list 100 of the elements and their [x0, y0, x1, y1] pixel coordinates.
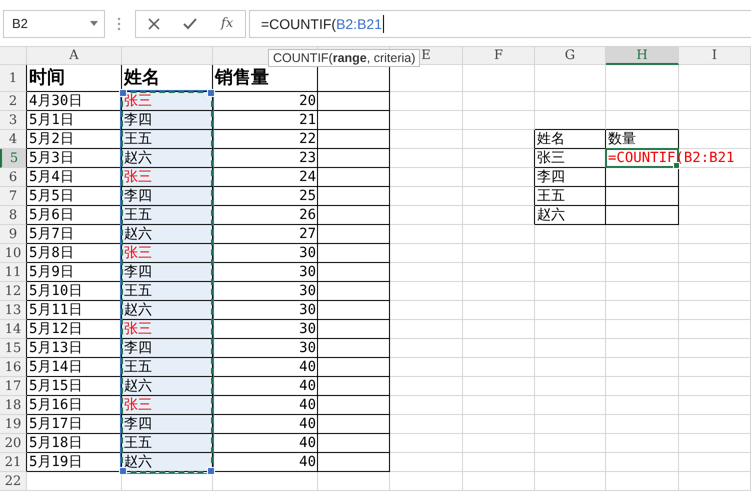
column-heading: 销售量: [215, 66, 269, 90]
empty-cell: [535, 434, 606, 453]
table-cell: 5月15日: [29, 377, 82, 395]
formula-input-field[interactable]: =COUNTIF(B2:B21: [249, 10, 751, 38]
table-cell: 24: [299, 168, 316, 186]
caret-icon[interactable]: [90, 21, 98, 26]
table-cell: 30: [299, 320, 316, 338]
table-cell: 王五: [124, 434, 152, 452]
row-header[interactable]: 7: [0, 187, 27, 206]
table-cell: 5月6日: [29, 206, 74, 224]
empty-cell: [679, 206, 751, 225]
table-cell: 40: [299, 396, 316, 414]
empty-cell: [463, 92, 535, 111]
row-header[interactable]: 4: [0, 130, 27, 149]
table-cell: 40: [299, 434, 316, 452]
table-cell: 5月10日: [29, 282, 82, 300]
row-header[interactable]: 18: [0, 396, 27, 415]
column-header[interactable]: H: [606, 47, 679, 65]
table-cell: 李四: [124, 263, 152, 281]
empty-cell: [535, 244, 606, 263]
column-header[interactable]: F: [463, 47, 535, 65]
cancel-icon[interactable]: [148, 18, 160, 30]
empty-cell: [318, 472, 390, 491]
empty-cell: [535, 377, 606, 396]
empty-cell: [463, 282, 535, 301]
table-cell: 5月19日: [29, 453, 82, 471]
function-tooltip: COUNTIF(range, criteria): [268, 49, 420, 67]
fill-handle[interactable]: [207, 467, 215, 475]
row-header[interactable]: 20: [0, 434, 27, 453]
empty-cell: [679, 377, 751, 396]
row-header[interactable]: 19: [0, 415, 27, 434]
empty-cell: [463, 339, 535, 358]
table-cell: 王五: [124, 358, 152, 376]
empty-cell: [463, 65, 535, 92]
table-cell: 李四: [124, 415, 152, 433]
empty-cell: [679, 282, 751, 301]
empty-cell: [535, 282, 606, 301]
empty-cell: [679, 187, 751, 206]
row-header[interactable]: 15: [0, 339, 27, 358]
row-header[interactable]: 3: [0, 111, 27, 130]
table-cell: 21: [299, 111, 316, 129]
empty-cell: [535, 396, 606, 415]
row-header[interactable]: 14: [0, 320, 27, 339]
row-header[interactable]: 16: [0, 358, 27, 377]
column-header[interactable]: I: [679, 47, 751, 65]
column-header[interactable]: A: [27, 47, 122, 65]
row-header[interactable]: 17: [0, 377, 27, 396]
table-cell: 5月17日: [29, 415, 82, 433]
row-header[interactable]: 6: [0, 168, 27, 187]
row-header[interactable]: 1: [0, 65, 27, 92]
table-cell: 25: [299, 187, 316, 205]
row-header[interactable]: 8: [0, 206, 27, 225]
row-header[interactable]: 5: [0, 149, 27, 168]
fill-handle[interactable]: [119, 467, 127, 475]
table-cell: 30: [299, 244, 316, 262]
column-heading: 姓名: [124, 66, 160, 90]
table-cell: 40: [299, 358, 316, 376]
table-cell: 张三: [124, 244, 152, 262]
insert-function-button[interactable]: fx: [221, 16, 234, 31]
table-cell: 4月30日: [29, 92, 82, 110]
row-header[interactable]: 21: [0, 453, 27, 472]
empty-cell: [679, 130, 751, 149]
table-cell: 赵六: [124, 377, 152, 395]
row-header[interactable]: 9: [0, 225, 27, 244]
empty-cell: [535, 111, 606, 130]
empty-cell: [679, 244, 751, 263]
fill-handle[interactable]: [207, 89, 215, 97]
empty-cell: [535, 65, 606, 92]
empty-cell: [463, 244, 535, 263]
table-cell: 王五: [124, 130, 152, 148]
table-cell: 40: [299, 415, 316, 433]
column-heading: 时间: [29, 66, 65, 90]
table-cell: 5月9日: [29, 263, 74, 281]
row-header[interactable]: 22: [0, 472, 27, 491]
row-header[interactable]: 12: [0, 282, 27, 301]
empty-cell: [535, 339, 606, 358]
column-heading: 姓名: [537, 130, 565, 148]
empty-cell: [679, 263, 751, 282]
empty-cell: [463, 225, 535, 244]
row-header[interactable]: 10: [0, 244, 27, 263]
empty-cell: [463, 301, 535, 320]
table-cell: 李四: [124, 339, 152, 357]
table-cell: 王五: [124, 282, 152, 300]
empty-cell: [535, 415, 606, 434]
empty-cell: [535, 472, 606, 491]
name-box[interactable]: B2: [3, 10, 105, 38]
table-cell: 5月14日: [29, 358, 82, 376]
empty-cell: [679, 472, 751, 491]
table-cell: 26: [299, 206, 316, 224]
table-cell: 22: [299, 130, 316, 148]
table-cell: 40: [299, 453, 316, 471]
table-cell: 5月5日: [29, 187, 74, 205]
check-icon[interactable]: [183, 18, 198, 30]
row-header[interactable]: 13: [0, 301, 27, 320]
empty-cell: [463, 377, 535, 396]
row-header[interactable]: 11: [0, 263, 27, 282]
table-cell: 5月2日: [29, 130, 74, 148]
column-header[interactable]: G: [535, 47, 606, 65]
row-header[interactable]: 2: [0, 92, 27, 111]
empty-cell: [463, 434, 535, 453]
